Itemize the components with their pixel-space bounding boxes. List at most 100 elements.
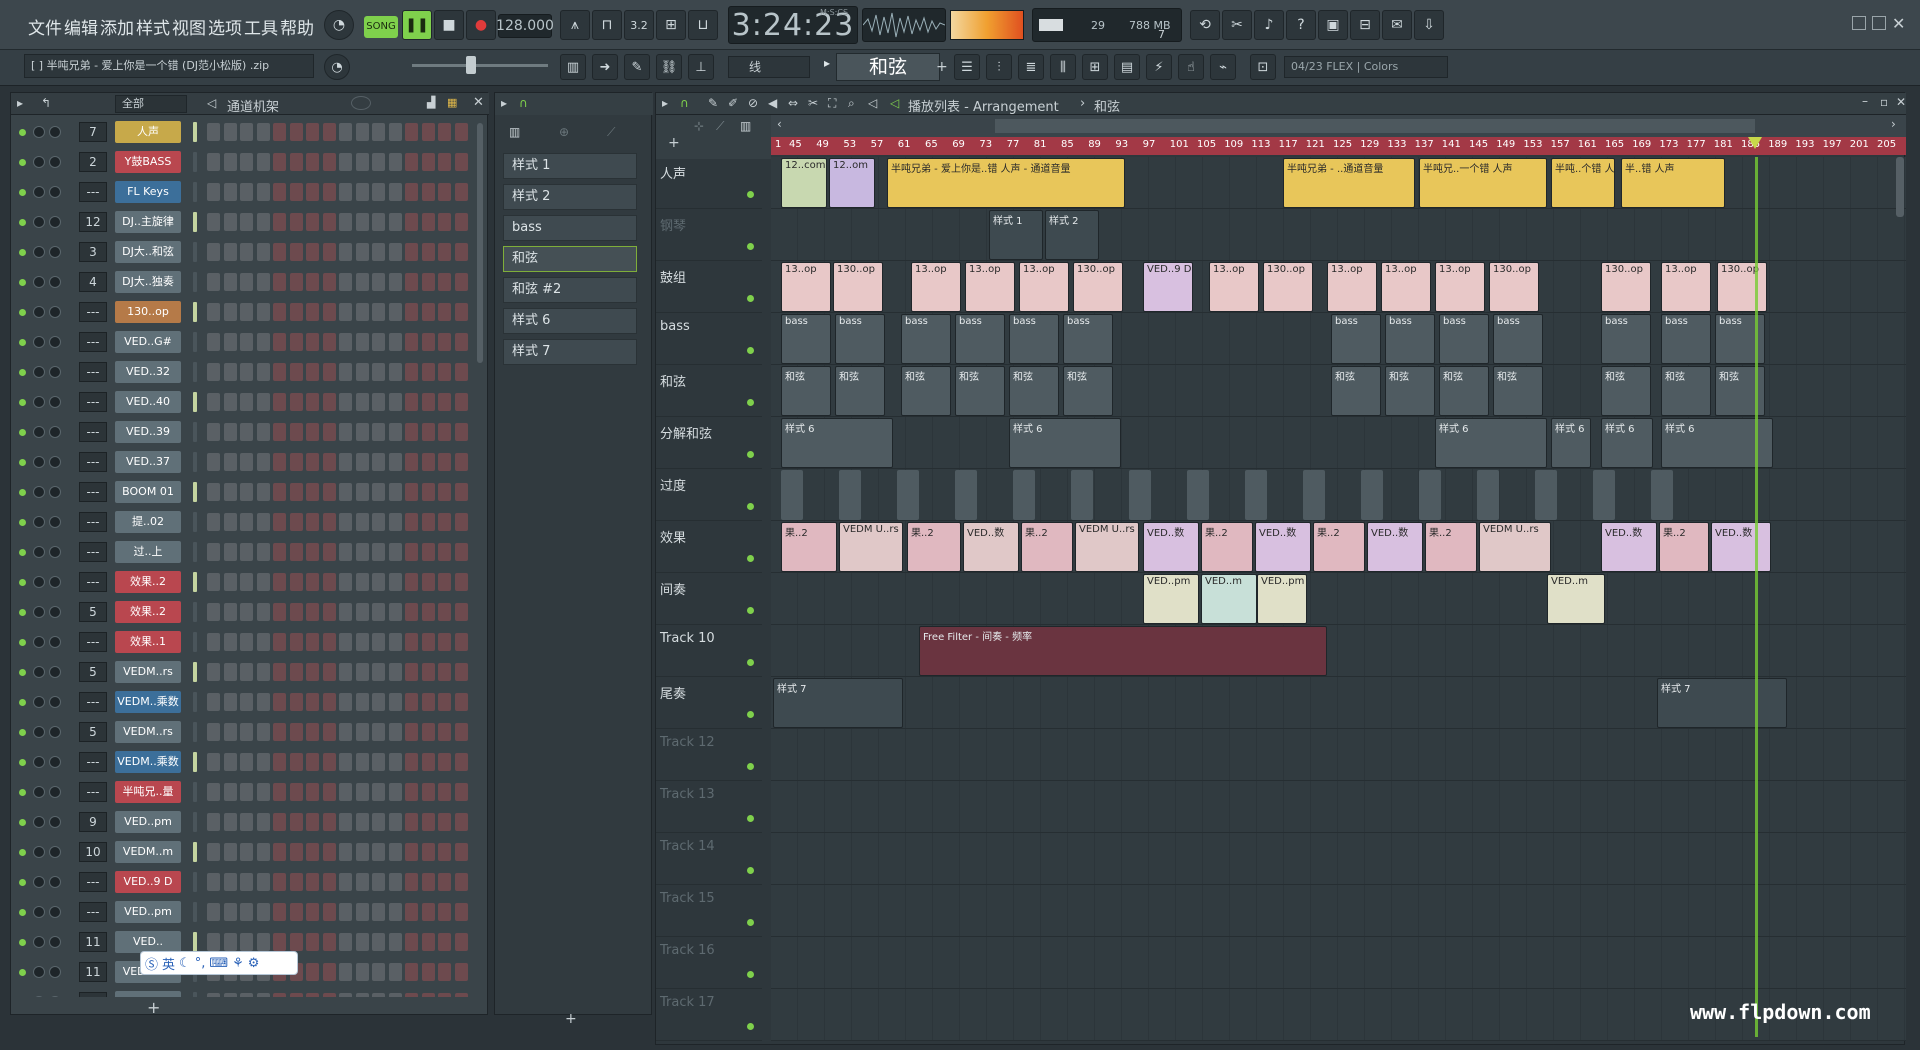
channel-name-button[interactable]: VEDM..rs <box>115 721 181 743</box>
step-button[interactable] <box>405 543 418 561</box>
step-button[interactable] <box>273 333 286 351</box>
step-button[interactable] <box>207 723 220 741</box>
add-channel-icon[interactable]: + <box>147 998 160 1017</box>
zoom-tool-icon[interactable]: ⌕ <box>848 96 855 111</box>
step-button[interactable] <box>273 483 286 501</box>
step-button[interactable] <box>355 423 369 441</box>
track-name[interactable]: 效果 <box>660 527 686 546</box>
track-name[interactable]: 间奏 <box>660 579 686 598</box>
step-button[interactable] <box>421 753 435 771</box>
menu-view[interactable]: 视图 <box>172 14 206 39</box>
draw-tool-icon[interactable]: ✎ <box>708 96 718 110</box>
step-button[interactable] <box>372 483 385 501</box>
channel-volume-knob[interactable] <box>49 576 61 588</box>
channel-name-button[interactable]: 人声 <box>115 121 181 143</box>
step-button[interactable] <box>289 543 303 561</box>
step-button[interactable] <box>256 363 270 381</box>
channel-pan-knob[interactable] <box>33 426 45 438</box>
step-button[interactable] <box>454 513 468 531</box>
channel-mixer-track[interactable]: 7 <box>79 122 107 142</box>
channel-pan-knob[interactable] <box>33 696 45 708</box>
step-button[interactable] <box>223 633 237 651</box>
track-mute-led-icon[interactable] <box>747 555 754 562</box>
step-button[interactable] <box>372 453 385 471</box>
step-button[interactable] <box>372 843 385 861</box>
add-track-icon[interactable]: + <box>668 135 680 151</box>
step-button[interactable] <box>273 603 286 621</box>
step-button[interactable] <box>405 933 418 951</box>
channel-row[interactable]: --- 提..02 <box>11 507 487 537</box>
step-button[interactable] <box>405 213 418 231</box>
step-button[interactable] <box>306 183 319 201</box>
step-button[interactable] <box>240 903 253 921</box>
step-button[interactable] <box>207 123 220 141</box>
playlist-clip[interactable]: bass <box>1601 314 1651 364</box>
channel-name-button[interactable]: 效果..1 <box>115 631 181 653</box>
step-button[interactable] <box>372 903 385 921</box>
step-button[interactable] <box>240 303 253 321</box>
step-sequencer[interactable] <box>207 363 473 381</box>
step-button[interactable] <box>306 453 319 471</box>
step-button[interactable] <box>256 933 270 951</box>
step-button[interactable] <box>339 513 352 531</box>
channel-pan-knob[interactable] <box>33 126 45 138</box>
playlist-clip[interactable]: 果..2 <box>1659 522 1709 572</box>
select-tool-icon[interactable]: ⛶ <box>828 96 836 111</box>
step-button[interactable] <box>223 213 237 231</box>
channel-led-icon[interactable] <box>19 879 26 886</box>
track-lane[interactable] <box>771 469 1906 521</box>
step-button[interactable] <box>207 993 220 997</box>
channel-row[interactable]: --- VED..40 <box>11 387 487 417</box>
step-sequencer[interactable] <box>207 783 473 801</box>
transition-clip[interactable] <box>1535 470 1557 520</box>
step-button[interactable] <box>454 273 468 291</box>
playlist-clip[interactable]: Free Filter - 间奏 - 频率 <box>919 626 1327 676</box>
step-button[interactable] <box>454 933 468 951</box>
step-button[interactable] <box>273 273 286 291</box>
transition-clip[interactable] <box>839 470 861 520</box>
step-button[interactable] <box>454 303 468 321</box>
playhead-marker-icon[interactable] <box>1748 137 1762 149</box>
step-button[interactable] <box>289 453 303 471</box>
step-button[interactable] <box>405 363 418 381</box>
step-button[interactable] <box>405 153 418 171</box>
channel-row[interactable]: --- 过..上 <box>11 537 487 567</box>
step-button[interactable] <box>306 873 319 891</box>
step-button[interactable] <box>388 873 402 891</box>
step-button[interactable] <box>421 333 435 351</box>
step-button[interactable] <box>273 453 286 471</box>
channel-name-button[interactable]: 半吨兄..量 <box>115 781 181 803</box>
step-button[interactable] <box>322 183 336 201</box>
channel-led-icon[interactable] <box>19 519 26 526</box>
channel-pan-knob[interactable] <box>33 906 45 918</box>
step-button[interactable] <box>289 483 303 501</box>
step-button[interactable] <box>322 303 336 321</box>
step-button[interactable] <box>240 213 253 231</box>
channel-led-icon[interactable] <box>19 429 26 436</box>
track-header[interactable]: 分解和弦 <box>656 417 762 469</box>
step-button[interactable] <box>306 723 319 741</box>
brush-icon[interactable]: ✎ <box>624 54 650 80</box>
playlist-clip[interactable]: bass <box>1439 314 1489 364</box>
step-button[interactable] <box>256 633 270 651</box>
channel-row[interactable]: --- VED..pm <box>11 897 487 927</box>
step-button[interactable] <box>372 393 385 411</box>
channel-pan-knob[interactable] <box>33 966 45 978</box>
channel-pan-knob[interactable] <box>33 336 45 348</box>
step-button[interactable] <box>421 933 435 951</box>
step-button[interactable] <box>322 693 336 711</box>
channel-mixer-track[interactable]: 5 <box>79 602 107 622</box>
channel-pan-knob[interactable] <box>33 606 45 618</box>
step-button[interactable] <box>372 303 385 321</box>
playlist-clip[interactable]: 13..op <box>1435 262 1485 312</box>
step-button[interactable] <box>421 873 435 891</box>
channel-mixer-track[interactable]: 10 <box>79 842 107 862</box>
step-sequencer[interactable] <box>207 573 473 591</box>
step-button[interactable] <box>223 153 237 171</box>
channel-select-indicator[interactable] <box>193 212 197 232</box>
step-button[interactable] <box>355 873 369 891</box>
playlist-clip[interactable]: 半吨..个错 人声 <box>1551 158 1615 208</box>
playlist-clip[interactable]: 样式 6 <box>1009 418 1121 468</box>
step-button[interactable] <box>306 483 319 501</box>
step-button[interactable] <box>438 123 451 141</box>
